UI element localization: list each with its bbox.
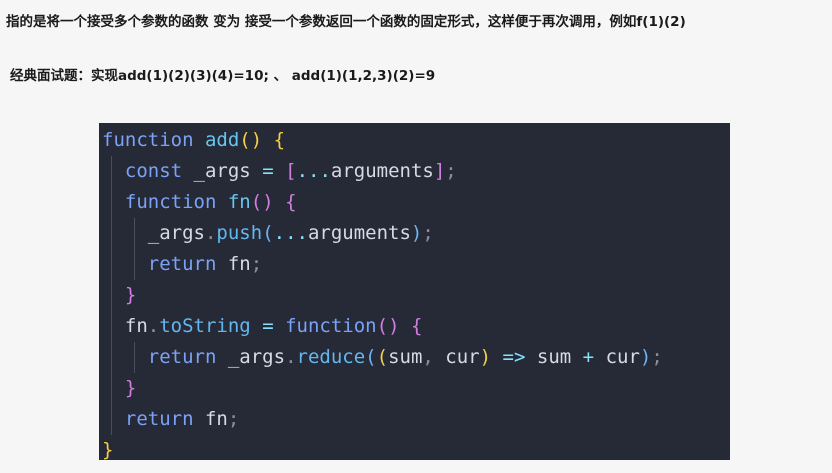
semicolon: ; xyxy=(250,253,263,275)
indent-guide xyxy=(111,249,112,280)
keyword: return xyxy=(124,408,194,430)
indent-guide xyxy=(134,218,135,249)
semicolon: ; xyxy=(227,408,240,430)
code-line-10: return fn; xyxy=(99,404,730,435)
identifier: arguments xyxy=(330,160,434,182)
method-name: reduce xyxy=(296,346,366,368)
code-line-2: const _args = [...arguments]; xyxy=(99,156,730,187)
indent-guide xyxy=(111,187,112,218)
code-line-6: } xyxy=(99,280,730,311)
spread-operator: ... xyxy=(296,160,331,182)
brace-open: { xyxy=(273,129,286,151)
bracket-close: ] xyxy=(433,160,446,182)
inner-paren-open: ( xyxy=(376,346,389,368)
interview-question: 经典面试题：实现add(1)(2)(3)(4)=10; 、 add(1)(1,2… xyxy=(10,68,436,84)
function-name: fn xyxy=(227,191,251,213)
paren-close: ) xyxy=(639,346,652,368)
code-block: function add() { const _args = [...argum… xyxy=(99,123,730,460)
keyword: function xyxy=(124,191,217,213)
param: sum xyxy=(388,346,423,368)
brace-close: } xyxy=(124,284,137,306)
semicolon: ; xyxy=(651,346,663,368)
code-line-4: _args.push(...arguments); xyxy=(99,218,730,249)
paren: () xyxy=(239,129,263,151)
identifier: fn xyxy=(124,315,148,337)
identifier: fn xyxy=(227,253,251,275)
identifier: sum xyxy=(536,346,572,368)
code-line-11: } xyxy=(99,435,730,460)
identifier: _args xyxy=(193,160,251,182)
identifier: cur xyxy=(605,346,640,368)
comma: , xyxy=(422,346,434,368)
brace-open: { xyxy=(285,191,297,213)
keyword: function xyxy=(285,315,377,337)
keyword: return xyxy=(147,346,217,368)
indent-guide xyxy=(111,156,112,187)
method-name: toString xyxy=(159,315,251,337)
dot: . xyxy=(147,315,160,337)
inner-paren-close: ) xyxy=(479,346,492,368)
keyword: const xyxy=(124,160,183,182)
operator: = xyxy=(262,315,274,337)
identifier: arguments xyxy=(307,222,411,244)
dot: . xyxy=(285,346,297,368)
identifier: fn xyxy=(204,408,228,430)
brace-close: } xyxy=(102,439,114,460)
paren-open: ( xyxy=(365,346,377,368)
indent-guide xyxy=(134,249,135,280)
code-line-7: fn.toString = function() { xyxy=(99,311,730,342)
code-line-9: } xyxy=(99,373,730,404)
indent-guide xyxy=(111,373,112,404)
paren: () xyxy=(376,315,400,337)
indent-guide xyxy=(111,404,112,435)
plus-operator: + xyxy=(582,346,595,368)
paren-open: ( xyxy=(262,222,274,244)
arrow-operator: => xyxy=(502,346,526,368)
intro-description: 指的是将一个接受多个参数的函数 变为 接受一个参数返回一个函数的固定形式，这样便… xyxy=(6,14,686,30)
code-line-1: function add() { xyxy=(99,125,730,156)
bracket-open: [ xyxy=(285,160,297,182)
function-name: add xyxy=(204,129,240,151)
code-line-5: return fn; xyxy=(99,249,730,280)
param: cur xyxy=(445,346,480,368)
dot: . xyxy=(204,222,217,244)
identifier: _args xyxy=(227,346,286,368)
indent-guide xyxy=(111,218,112,249)
paren: () xyxy=(250,191,274,213)
indent-guide xyxy=(111,280,112,311)
semicolon: ; xyxy=(422,222,434,244)
method-name: push xyxy=(216,222,263,244)
code-line-3: function fn() { xyxy=(99,187,730,218)
brace-close: } xyxy=(124,377,137,399)
operator: = xyxy=(262,160,274,182)
spread-operator: ... xyxy=(273,222,308,244)
paren-close: ) xyxy=(410,222,423,244)
indent-guide xyxy=(111,311,112,342)
keyword: function xyxy=(102,129,194,151)
identifier: _args xyxy=(147,222,205,244)
code-line-8: return _args.reduce((sum, cur) => sum + … xyxy=(99,342,730,373)
indent-guide xyxy=(134,342,135,373)
brace-open: { xyxy=(410,315,423,337)
indent-guide xyxy=(111,342,112,373)
keyword: return xyxy=(147,253,217,275)
semicolon: ; xyxy=(445,160,457,182)
